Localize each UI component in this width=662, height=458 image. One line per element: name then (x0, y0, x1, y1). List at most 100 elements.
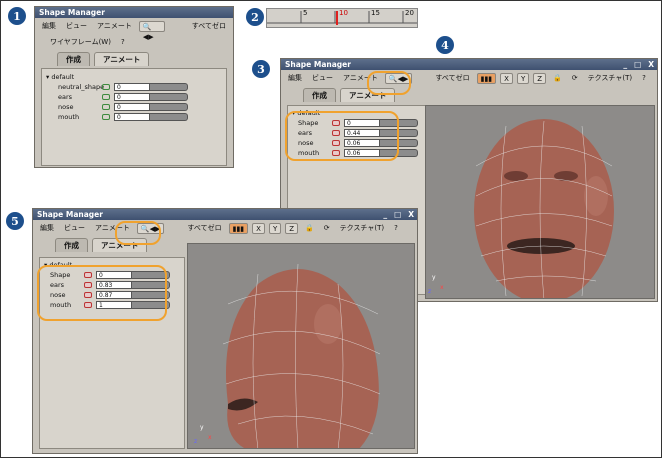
tab-animate[interactable]: アニメート (94, 52, 150, 66)
axis-label-y: y (200, 424, 204, 431)
shape-row: nose 0 (42, 102, 226, 112)
view-menu[interactable]: ビュー (309, 72, 336, 84)
maximize-button[interactable]: □ (634, 59, 641, 70)
shape-row: neutral_shape 0 (42, 82, 226, 92)
help-button[interactable]: ? (391, 223, 401, 233)
texture-menu[interactable]: テクスチャ(T) (585, 72, 635, 84)
edit-menu[interactable]: 編集 (285, 72, 305, 84)
help-button[interactable]: ? (639, 73, 649, 83)
shape-name: neutral_shape (58, 83, 105, 91)
axis-x-button[interactable]: X (500, 72, 513, 84)
panel-1-tabs: 作成 アニメート (35, 50, 233, 68)
step-3-marker: 3 (252, 60, 270, 78)
maximize-button[interactable]: □ (394, 209, 401, 220)
axis-label-z: z (194, 438, 198, 445)
lock-icon[interactable]: 🔒 (302, 223, 317, 233)
minimize-button[interactable]: _ (623, 59, 627, 70)
axis-z-button[interactable]: Z (285, 222, 299, 234)
shape-manager-panel-1: Shape Manager 編集 ビュー アニメート 🔍◀▶ すべてゼロ ワイヤ… (34, 6, 234, 168)
help-button[interactable]: ? (118, 37, 128, 47)
step-4-marker: 4 (436, 36, 454, 54)
reset-all-button[interactable]: すべてゼロ (432, 72, 472, 84)
shape-slider[interactable] (150, 83, 188, 91)
shape-slider[interactable] (150, 103, 188, 111)
shape-slider[interactable] (150, 113, 188, 121)
panel-1-toolbar: 編集 ビュー アニメート 🔍◀▶ すべてゼロ (35, 18, 233, 41)
edit-menu[interactable]: 編集 (37, 222, 57, 234)
panel-3-toolbar: 編集 ビュー アニメート 🔍◀▶ すべてゼロ ▮▮▮ X Y Z 🔒 ⟳ テクス… (281, 70, 657, 86)
list-highlight-ring (37, 265, 167, 321)
shape-value-field[interactable]: 0 (114, 103, 150, 111)
shape-value-field[interactable]: 0 (114, 113, 150, 121)
close-button[interactable]: X (648, 59, 654, 70)
axis-label-z: z (428, 288, 432, 295)
key-icon[interactable] (102, 104, 110, 110)
step-2-marker: 2 (246, 8, 264, 26)
axis-x-button[interactable]: X (252, 222, 265, 234)
lock-icon[interactable]: 🔒 (550, 73, 565, 83)
refresh-icon[interactable]: ⟳ (569, 73, 581, 83)
minimize-button[interactable]: _ (383, 209, 387, 220)
shape-manager-panel-5: Shape Manager _ □ X 編集 ビュー アニメート 🔍◀▶ すべてゼロ… (32, 208, 418, 454)
shape-slider[interactable] (150, 93, 188, 101)
color-swatch-button[interactable]: ▮▮▮ (228, 222, 249, 234)
group-label: default (51, 73, 75, 81)
timeline-ruler[interactable]: 5 10 15 20 (266, 8, 418, 28)
tick-label: 15 (371, 9, 380, 17)
shape-name: nose (58, 103, 74, 111)
panel-1-titlebar: Shape Manager (35, 7, 233, 18)
animate-menu[interactable]: アニメート (94, 20, 135, 32)
tick-label: 10 (339, 9, 348, 17)
group-default[interactable]: ▾ default (42, 72, 226, 82)
tick-label: 5 (303, 9, 308, 17)
tab-create[interactable]: 作成 (57, 52, 90, 66)
shape-name: mouth (58, 113, 80, 121)
3d-viewport[interactable]: y x z (187, 243, 415, 449)
panel-5-toolbar: 編集 ビュー アニメート 🔍◀▶ すべてゼロ ▮▮▮ X Y Z 🔒 ⟳ テクス… (33, 220, 417, 236)
panel-3-titlebar: Shape Manager _ □ X (281, 59, 657, 70)
tab-create[interactable]: 作成 (303, 88, 336, 102)
step-5-marker: 5 (6, 212, 24, 230)
panel-1-shape-list: ▾ default neutral_shape 0 ears 0 nose 0 mou… (41, 68, 227, 166)
face-model-side (222, 263, 381, 448)
tick-label: 20 (405, 9, 414, 17)
view-menu[interactable]: ビュー (61, 222, 88, 234)
reset-all-button[interactable]: すべてゼロ (184, 222, 224, 234)
close-button[interactable]: X (408, 209, 414, 220)
shape-value-field[interactable]: 0 (114, 93, 150, 101)
refresh-icon[interactable]: ⟳ (321, 223, 333, 233)
axis-z-button[interactable]: Z (533, 72, 547, 84)
key-icon[interactable] (102, 84, 110, 90)
axis-label-x: x (440, 284, 444, 291)
texture-menu[interactable]: テクスチャ(T) (337, 222, 387, 234)
key-button[interactable]: 🔍◀▶ (138, 20, 165, 41)
tab-create[interactable]: 作成 (55, 238, 88, 252)
view-menu[interactable]: ビュー (63, 20, 90, 32)
wireframe-menu[interactable]: ワイヤフレーム(W) (47, 36, 114, 48)
key-button-highlight-ring (367, 71, 411, 95)
panel-1-title: Shape Manager (39, 8, 105, 17)
axis-y-button[interactable]: Y (268, 222, 282, 234)
edit-menu[interactable]: 編集 (39, 20, 59, 32)
panel-3-title: Shape Manager (285, 60, 351, 69)
panel-1-toolbar-2: ワイヤフレーム(W) ? (35, 34, 233, 50)
face-model-front (474, 119, 614, 298)
shape-row: mouth 0 (42, 112, 226, 122)
step-1-marker: 1 (8, 7, 26, 25)
panel-5-titlebar: Shape Manager _ □ X (33, 209, 417, 220)
key-icon[interactable] (102, 114, 110, 120)
key-icon[interactable] (102, 94, 110, 100)
axis-label-x: x (208, 434, 212, 441)
axis-label-y: y (432, 274, 436, 281)
shape-value-field[interactable]: 0 (114, 83, 150, 91)
3d-viewport[interactable]: y x z (425, 105, 655, 299)
shape-name: ears (58, 93, 73, 101)
shape-row: ears 0 (42, 92, 226, 102)
panel-5-title: Shape Manager (37, 210, 103, 219)
reset-all-button[interactable]: すべてゼロ (189, 20, 229, 32)
color-swatch-button[interactable]: ▮▮▮ (476, 72, 497, 84)
list-highlight-ring (285, 111, 399, 161)
axis-y-button[interactable]: Y (516, 72, 530, 84)
key-button-highlight-ring (115, 221, 161, 245)
panel-3-tabs: 作成 アニメート (281, 86, 657, 104)
